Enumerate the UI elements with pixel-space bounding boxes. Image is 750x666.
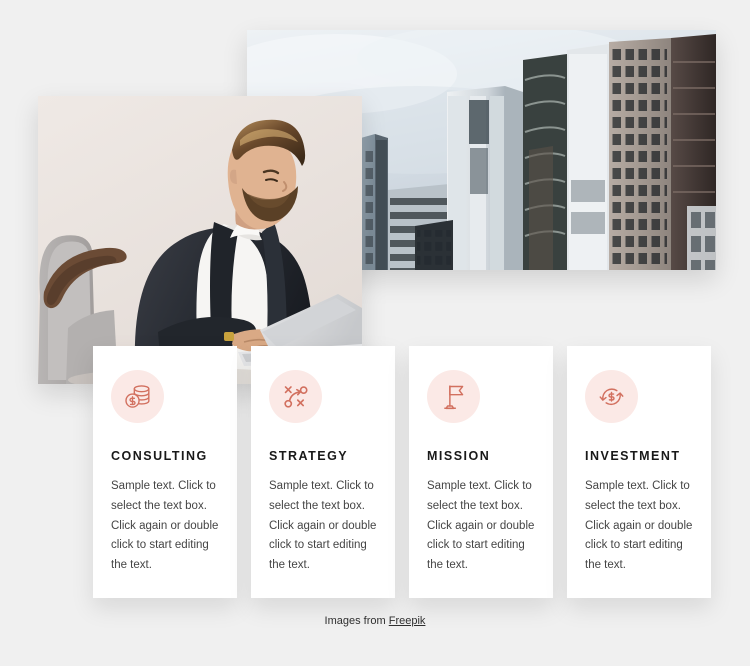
- coins-stack-dollar-icon: [111, 370, 164, 423]
- image-credit: Images from Freepik: [0, 615, 750, 627]
- feature-card-mission[interactable]: MISSION Sample text. Click to select the…: [409, 346, 553, 598]
- strategy-playbook-icon: [269, 370, 322, 423]
- businessman-illustration: [38, 96, 362, 384]
- feature-cards-row: CONSULTING Sample text. Click to select …: [93, 346, 711, 598]
- page-canvas: CONSULTING Sample text. Click to select …: [0, 0, 750, 666]
- image-credit-prefix: Images from: [324, 615, 386, 627]
- freepik-link[interactable]: Freepik: [389, 615, 426, 627]
- card-text: Sample text. Click to select the text bo…: [269, 480, 377, 572]
- money-refresh-dollar-icon: [585, 370, 638, 423]
- card-text: Sample text. Click to select the text bo…: [111, 480, 219, 572]
- businessman-laptop-photo: [38, 96, 362, 384]
- card-title: MISSION: [427, 449, 491, 463]
- card-title: INVESTMENT: [585, 449, 681, 463]
- feature-card-investment[interactable]: INVESTMENT Sample text. Click to select …: [567, 346, 711, 598]
- feature-card-consulting[interactable]: CONSULTING Sample text. Click to select …: [93, 346, 237, 598]
- card-text: Sample text. Click to select the text bo…: [427, 480, 535, 572]
- card-title: CONSULTING: [111, 449, 208, 463]
- card-text: Sample text. Click to select the text bo…: [585, 480, 693, 572]
- card-title: STRATEGY: [269, 449, 349, 463]
- feature-card-strategy[interactable]: STRATEGY Sample text. Click to select th…: [251, 346, 395, 598]
- flag-icon: [427, 370, 480, 423]
